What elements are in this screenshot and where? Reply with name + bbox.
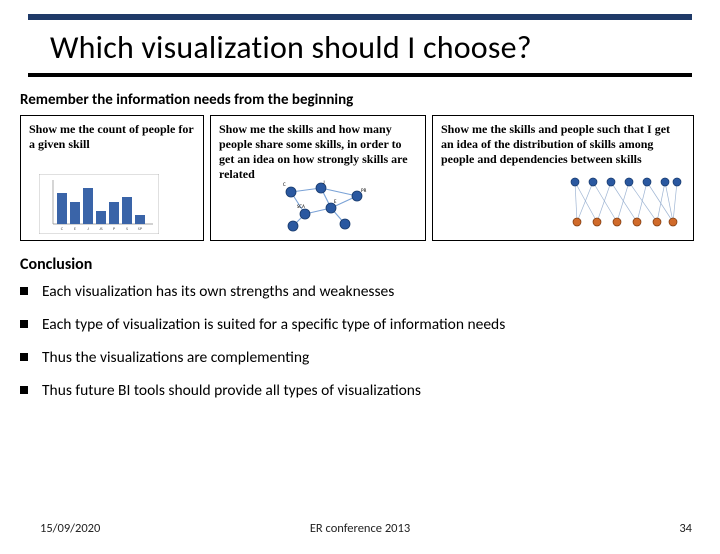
bullet-icon (20, 386, 28, 394)
slide-footer: 15/09/2020 ER conference 2013 34 (0, 521, 720, 536)
svg-text:E: E (334, 199, 337, 205)
bullet-icon (20, 320, 28, 328)
cards-row: Show me the count of people for a given … (20, 115, 700, 241)
bar-chart-thumb: CEJ JSPSSP (39, 174, 159, 234)
conclusion-heading: Conclusion (20, 255, 720, 274)
bullet-text: Thus future BI tools should provide all … (42, 381, 421, 400)
footer-venue: ER conference 2013 (0, 521, 720, 536)
card-network-skills: Show me the skills and how many people s… (210, 115, 426, 241)
card-bipartite-graph: Show me the skills and people such that … (432, 115, 694, 241)
bullet-text: Thus the visualizations are complementin… (42, 348, 309, 367)
card-text: Show me the skills and how many people s… (219, 122, 417, 182)
title-underline (28, 73, 692, 77)
top-accent-bar (28, 14, 692, 20)
bullet-icon (20, 353, 28, 361)
svg-text:PR: PR (361, 188, 367, 194)
bipartite-thumb (565, 172, 685, 234)
list-item: Each type of visualization is suited for… (20, 315, 700, 334)
bullet-text: Each type of visualization is suited for… (42, 315, 505, 334)
remember-heading: Remember the information needs from the … (20, 91, 720, 109)
card-bar-chart: Show me the count of people for a given … (20, 115, 204, 241)
svg-text:JS: JS (99, 227, 103, 232)
bullet-text: Each visualization has its own strengths… (42, 282, 394, 301)
card-text: Show me the skills and people such that … (441, 122, 685, 167)
svg-text:SCA: SCA (297, 204, 305, 210)
svg-text:C: C (283, 182, 286, 188)
slide-title: Which visualization should I choose? (50, 28, 720, 67)
list-item: Thus the visualizations are complementin… (20, 348, 700, 367)
bullet-list: Each visualization has its own strengths… (20, 282, 700, 400)
svg-text:SP: SP (138, 227, 143, 232)
list-item: Each visualization has its own strengths… (20, 282, 700, 301)
card-text: Show me the count of people for a given … (29, 122, 195, 152)
svg-text:S: S (126, 227, 128, 232)
slide: Which visualization should I choose? Rem… (0, 14, 720, 554)
bullet-icon (20, 287, 28, 295)
list-item: Thus future BI tools should provide all … (20, 381, 700, 400)
network-thumb: CJ PRSCA E (271, 178, 381, 234)
